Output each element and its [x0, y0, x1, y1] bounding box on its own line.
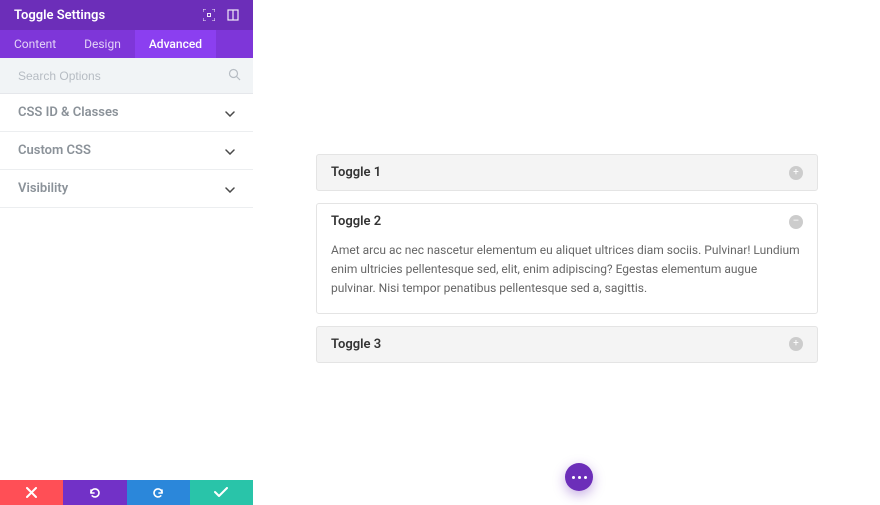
- tab-label: Design: [84, 37, 121, 51]
- panel-header: Toggle Settings: [0, 0, 253, 30]
- panel-title: Toggle Settings: [14, 8, 197, 23]
- section-label: Custom CSS: [18, 143, 225, 158]
- tab-label: Content: [14, 37, 56, 51]
- chevron-down-icon: [225, 182, 235, 196]
- toggle-title: Toggle 2: [331, 214, 789, 229]
- toggle-item: Toggle 1: [316, 154, 818, 191]
- close-icon: [26, 487, 37, 498]
- more-icon: [570, 476, 588, 479]
- search-input[interactable]: [18, 69, 228, 83]
- preview-area: Toggle 1 Toggle 2 Amet arcu ac nec nasce…: [253, 0, 880, 505]
- section-label: CSS ID & Classes: [18, 105, 225, 120]
- tabs: Content Design Advanced: [0, 30, 253, 58]
- search-bar: [0, 58, 253, 94]
- fab-button[interactable]: [565, 463, 593, 491]
- section-custom-css[interactable]: Custom CSS: [0, 132, 253, 170]
- undo-button[interactable]: [63, 480, 126, 505]
- toggle-header[interactable]: Toggle 2: [317, 204, 817, 239]
- toggle-title: Toggle 3: [331, 337, 789, 352]
- chevron-down-icon: [225, 106, 235, 120]
- toggle-item: Toggle 2 Amet arcu ac nec nascetur eleme…: [316, 203, 818, 314]
- toggle-list: Toggle 1 Toggle 2 Amet arcu ac nec nasce…: [316, 154, 818, 375]
- toggle-header[interactable]: Toggle 1: [317, 155, 817, 190]
- check-icon: [214, 487, 228, 498]
- tab-advanced[interactable]: Advanced: [135, 30, 216, 58]
- tab-content[interactable]: Content: [0, 30, 70, 58]
- undo-icon: [88, 486, 102, 500]
- save-button[interactable]: [190, 480, 253, 505]
- redo-icon: [151, 486, 165, 500]
- toggle-body: Amet arcu ac nec nascetur elementum eu a…: [317, 239, 817, 313]
- plus-icon: [789, 337, 803, 351]
- expand-icon[interactable]: [197, 3, 221, 27]
- chevron-down-icon: [225, 144, 235, 158]
- settings-panel: Toggle Settings Content Design Advanced …: [0, 0, 253, 505]
- plus-icon: [789, 166, 803, 180]
- toggle-item: Toggle 3: [316, 326, 818, 363]
- minus-icon: [789, 215, 803, 229]
- toggle-header[interactable]: Toggle 3: [317, 327, 817, 362]
- cancel-button[interactable]: [0, 480, 63, 505]
- tab-design[interactable]: Design: [70, 30, 135, 58]
- search-icon[interactable]: [228, 66, 241, 85]
- section-css-id-classes[interactable]: CSS ID & Classes: [0, 94, 253, 132]
- panel-footer: [0, 480, 253, 505]
- tab-label: Advanced: [149, 37, 202, 51]
- accordion: CSS ID & Classes Custom CSS Visibility: [0, 94, 253, 480]
- snap-icon[interactable]: [221, 3, 245, 27]
- toggle-title: Toggle 1: [331, 165, 789, 180]
- section-visibility[interactable]: Visibility: [0, 170, 253, 208]
- redo-button[interactable]: [127, 480, 190, 505]
- section-label: Visibility: [18, 181, 225, 196]
